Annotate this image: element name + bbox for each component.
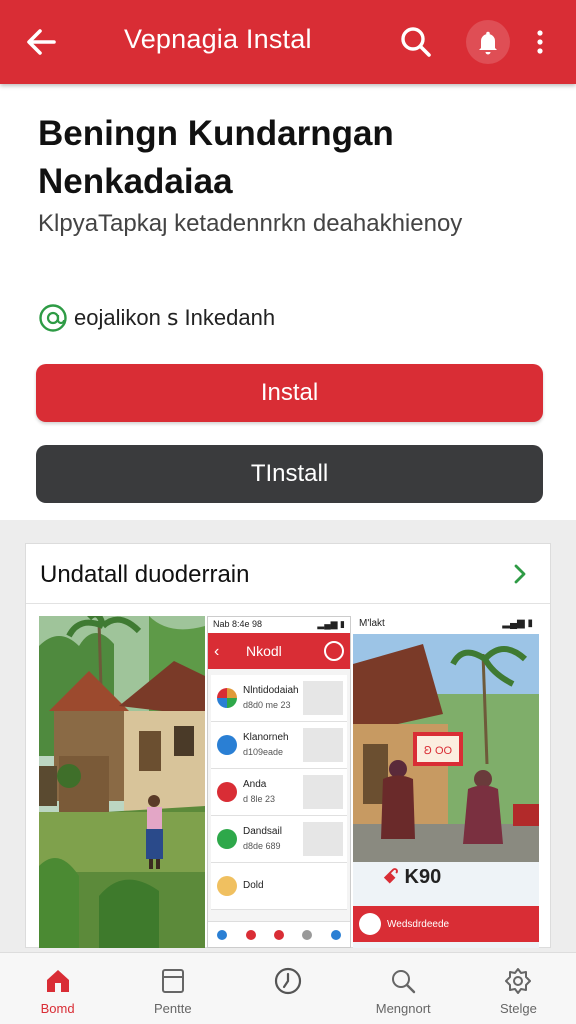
notification-button[interactable] xyxy=(466,20,510,64)
nav-item-label: Pentte xyxy=(154,1001,192,1016)
tinstall-button-label: TInstall xyxy=(250,460,329,487)
developer-name: eojalikon ꜱ Inkedanh xyxy=(74,305,276,330)
developer-row[interactable]: eojalikon ꜱ Inkedanh xyxy=(38,303,275,333)
brand-logo: ꗃ K90 xyxy=(383,866,441,889)
nav-item-settings[interactable]: Stelge xyxy=(461,953,576,1024)
list-item-button xyxy=(303,822,343,856)
app-icon xyxy=(217,782,237,802)
app-title-line-2: Nenkadaiaa xyxy=(38,162,233,201)
list-item-button xyxy=(303,775,343,809)
list-item: Anda d 8le 23 xyxy=(211,769,347,816)
sign-text: Ꞝ OO xyxy=(424,745,453,757)
home-icon xyxy=(46,970,69,992)
nav-item-home[interactable]: Bomd xyxy=(0,953,115,1024)
nav-item-documents[interactable]: Pentte xyxy=(115,953,230,1024)
search-icon[interactable] xyxy=(396,22,436,62)
screenshots-card: Undatall duoderrain Nab 8:4e 98 ▂▄▆ ▮ ‹ … xyxy=(25,543,551,948)
phone-list: Nlntidodaiah d8d0 me 23 Klanorneh d109eade… xyxy=(208,669,350,910)
phone-signal-icon: ▂▄▆ ▮ xyxy=(317,619,345,629)
screenshots-title: Undatall duoderrain xyxy=(40,561,250,588)
bottom-navigation: Bomd Pentte Mengnort Stelge xyxy=(0,952,576,1024)
list-item-name: Dold xyxy=(243,880,264,891)
brand-logo-mark: ꗃ xyxy=(383,866,405,888)
app-title-line-1: Beningn Kundarngan xyxy=(38,114,394,153)
list-item-meta: d8d0 me 23 xyxy=(243,700,291,710)
chevron-right-icon[interactable] xyxy=(508,560,532,588)
nav-item-label: Mengnort xyxy=(375,1001,431,1016)
phone-bottom-nav xyxy=(208,921,350,947)
app-icon xyxy=(217,829,237,849)
phone-nav-dot xyxy=(273,929,284,940)
list-item-meta: d 8le 23 xyxy=(243,794,276,804)
phone-app-bar: ‹ Nkodl xyxy=(208,633,350,669)
heart-icon xyxy=(359,913,381,935)
list-item-meta: d8de 689 xyxy=(243,841,281,851)
phone-nav-dot xyxy=(302,929,313,940)
install-button[interactable]: Instal xyxy=(36,364,543,422)
phone-status-bar: Nab 8:4e 98 ▂▄▆ ▮ xyxy=(208,617,350,633)
bell-icon xyxy=(479,31,497,55)
list-item: Dandsail d8de 689 xyxy=(211,816,347,863)
list-item-button xyxy=(303,728,343,762)
list-item-meta: d109eade xyxy=(243,747,284,757)
list-item: Nlntidodaiah d8d0 me 23 xyxy=(211,675,347,722)
screenshot-3[interactable]: M'lakt ▂▄▆ ▮ Ꞝ OO ꗃ K90 Wedsdrdeede xyxy=(353,616,539,948)
market-photo: Ꞝ OO xyxy=(353,634,539,862)
list-item-name: Anda xyxy=(243,779,267,790)
phone-status-title: M'lakt xyxy=(359,618,385,629)
developer-at-icon xyxy=(39,304,67,332)
app-icon xyxy=(217,735,237,755)
phone-app-title: Nkodl xyxy=(246,643,282,659)
page-title: Vepnagia Instal xyxy=(124,24,312,54)
settings-icon xyxy=(505,968,532,994)
list-item: Klanorneh d109eade xyxy=(211,722,347,769)
nav-item-search[interactable]: Mengnort xyxy=(346,953,461,1024)
search-icon xyxy=(392,970,416,994)
list-item-name: Dandsail xyxy=(243,826,282,837)
app-icon xyxy=(217,688,237,708)
phone-nav-dot xyxy=(217,929,228,940)
nav-item-label: Bomd xyxy=(40,1001,75,1016)
document-icon xyxy=(161,969,184,993)
phone-signal-icon: ▂▄▆ ▮ xyxy=(502,618,533,629)
app-title: Beningn Kundarngan Nenkadaiaa xyxy=(38,110,538,206)
tinstall-button[interactable]: TInstall xyxy=(36,445,543,503)
screenshot-2[interactable]: Nab 8:4e 98 ▂▄▆ ▮ ‹ Nkodl Nlntidodaiah d8… xyxy=(207,616,351,948)
phone-nav-dot xyxy=(330,929,341,940)
list-item-button xyxy=(303,681,343,715)
avatar xyxy=(217,876,237,896)
promo-banner-text: Wedsdrdeede xyxy=(387,918,450,930)
more-vertical-icon[interactable] xyxy=(528,22,552,62)
chevron-left-icon: ‹ xyxy=(214,643,220,660)
screenshots-header[interactable]: Undatall duoderrain xyxy=(26,544,550,604)
promo-banner: Wedsdrdeede xyxy=(353,906,539,942)
install-button-label: Instal xyxy=(260,379,319,406)
phone-nav-dot xyxy=(245,929,256,940)
app-subtitle: KlpyaTapkaȷ ketadennrkn deahakhienoy xyxy=(38,210,463,237)
village-photo xyxy=(39,616,205,948)
nav-item-history[interactable] xyxy=(230,953,345,1024)
list-item-name: Klanorneh xyxy=(243,732,289,743)
arrow-left-icon[interactable] xyxy=(22,22,62,62)
brand-logo-text: K90 xyxy=(404,866,442,888)
top-app-bar: Vepnagia Instal xyxy=(0,0,576,84)
clock-icon xyxy=(274,967,302,995)
phone-status-time: Nab 8:4e 98 xyxy=(213,619,263,629)
list-item: Dold xyxy=(211,863,347,910)
nav-item-label: Stelge xyxy=(499,1001,537,1016)
list-item-name: Nlntidodaiah xyxy=(243,685,299,696)
phone-status-bar: M'lakt ▂▄▆ ▮ xyxy=(353,616,539,634)
settings-icon xyxy=(324,641,344,661)
screenshot-1[interactable] xyxy=(39,616,205,948)
